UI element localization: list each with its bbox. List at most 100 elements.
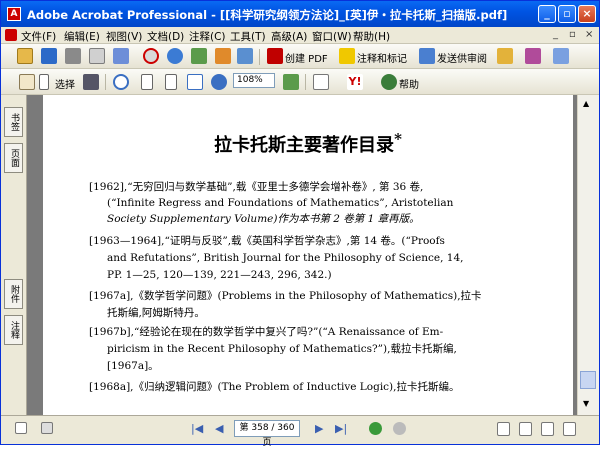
actual-size-icon[interactable] [141, 74, 153, 90]
menu-advanced[interactable]: 高级(A) [271, 29, 307, 44]
go-back-icon[interactable] [369, 422, 382, 435]
page-number-field[interactable]: 第 358 / 360 页 [234, 420, 300, 448]
create-pdf-button[interactable]: 创建 PDF [285, 50, 328, 65]
doc-restore-button[interactable]: ▫ [569, 29, 576, 40]
doc-minimize-button[interactable]: _ [553, 29, 558, 40]
previous-page-icon[interactable]: ◀ [215, 422, 223, 435]
search-icon[interactable] [167, 48, 183, 64]
separator [105, 74, 106, 90]
hand-tool-icon[interactable] [19, 74, 35, 90]
bibliography-line: PP. 1—25, 120—139, 221—243, 296, 342.) [107, 269, 332, 281]
scroll-thumb[interactable] [580, 371, 596, 389]
create-pdf-icon[interactable] [267, 48, 283, 64]
page-title: 拉卡托斯主要著作目录* [43, 130, 573, 157]
print-icon[interactable] [65, 48, 81, 64]
select-tool-icon[interactable] [39, 74, 49, 90]
fit-page-icon[interactable] [165, 74, 177, 90]
pdf-page: 拉卡托斯主要著作目录* [1962],“无穷回归与数学基础”,载《亚里士多德学会… [43, 95, 573, 415]
bibliography-line: [1968a],《归纳逻辑问题》(The Problem of Inductiv… [89, 381, 460, 393]
send-review-button[interactable]: 发送供审阅 [437, 50, 487, 65]
forms-icon[interactable] [553, 48, 569, 64]
separator [259, 49, 260, 65]
page-setup-icon[interactable] [15, 422, 27, 434]
window-title: Adobe Acrobat Professional - [[科学研究纲领方法论… [27, 8, 508, 22]
security-icon[interactable] [215, 48, 231, 64]
status-bar: |◀ ◀ 第 358 / 360 页 ▶ ▶| [1, 415, 599, 448]
zoom-select[interactable]: 108% [233, 73, 275, 88]
select-tool-button[interactable]: 选择 [55, 76, 75, 91]
toolbar-view: 选择 108% Y! 帮助 [1, 69, 599, 95]
menu-file[interactable]: 文件(F) [21, 29, 56, 44]
menu-window[interactable]: 窗口(W) [312, 29, 352, 44]
menu-tools[interactable]: 工具(T) [230, 29, 266, 44]
lock-icon[interactable] [497, 48, 513, 64]
toolbar-main: 创建 PDF 注释和标记 发送供审阅 [1, 44, 599, 69]
yahoo-icon[interactable]: Y! [347, 74, 363, 90]
tab-bookmarks[interactable]: 书签 [4, 107, 23, 137]
help-icon[interactable] [381, 74, 397, 90]
save-icon[interactable] [41, 48, 57, 64]
menu-bar: 文件(F) 编辑(E) 视图(V) 文档(D) 注释(C) 工具(T) 高级(A… [1, 27, 599, 44]
bibliography-line: and Refutations”, British Journal for th… [107, 252, 464, 264]
comment-icon[interactable] [339, 48, 355, 64]
bibliography-line: [1967a]。 [107, 360, 159, 372]
tab-attachments[interactable]: 附件 [4, 279, 23, 309]
title-footnote-mark: * [394, 130, 402, 148]
menu-document[interactable]: 文档(D) [147, 29, 184, 44]
tab-pages[interactable]: 页面 [4, 143, 23, 173]
snapshot-icon[interactable] [83, 74, 99, 90]
title-bar[interactable]: A Adobe Acrobat Professional - [[科学研究纲领方… [1, 1, 599, 27]
bibliography-line: piricism in the Recent Philosophy of Mat… [107, 343, 457, 355]
minimize-button[interactable]: _ [538, 5, 556, 23]
tab-comments[interactable]: 注释 [4, 315, 23, 345]
menu-help[interactable]: 帮助(H) [353, 29, 390, 44]
bibliography-line: Society Supplementary Volume)作为本书第 2 卷第 … [107, 213, 420, 225]
help-button[interactable]: 帮助 [399, 76, 419, 91]
doc-close-button[interactable]: × [585, 29, 593, 40]
go-forward-icon[interactable] [393, 422, 406, 435]
comment-button[interactable]: 注释和标记 [357, 50, 407, 65]
zoom-in-icon[interactable] [113, 74, 129, 90]
bibliography-line: [1962],“无穷回归与数学基础”,载《亚里士多德学会增补卷》, 第 36 卷… [89, 181, 424, 193]
organize-icon[interactable] [191, 48, 207, 64]
bibliography-line: 托斯编,阿姆斯特丹。 [107, 307, 205, 319]
email-icon[interactable] [89, 48, 105, 64]
fit-width-icon[interactable] [187, 74, 203, 90]
document-area[interactable]: 拉卡托斯主要著作目录* [1962],“无穷回归与数学基础”,载《亚里士多德学会… [27, 95, 587, 415]
menu-edit[interactable]: 编辑(E) [64, 29, 100, 44]
document-icon [5, 29, 17, 41]
last-page-icon[interactable]: ▶| [335, 422, 347, 435]
menu-view[interactable]: 视图(V) [106, 29, 142, 44]
menu-comments[interactable]: 注释(C) [189, 29, 226, 44]
acrobat-icon: A [7, 7, 21, 21]
maximize-button[interactable]: ▫ [558, 5, 576, 23]
bibliography-line: [1963—1964],“证明与反驳”,载《英国科学哲学杂志》,第 14 卷。(… [89, 235, 445, 247]
zoom-plus-icon[interactable] [283, 74, 299, 90]
navigation-pane: 书签 页面 附件 注释 [1, 95, 27, 415]
send-review-icon[interactable] [419, 48, 435, 64]
bibliography-line: [1967a],《数学哲学问题》(Problems in the Philoso… [89, 290, 482, 302]
stop-icon[interactable] [143, 48, 159, 64]
single-page-icon[interactable] [497, 422, 510, 436]
continuous-icon[interactable] [519, 422, 532, 436]
open-icon[interactable] [17, 48, 33, 64]
continuous-facing-icon[interactable] [563, 422, 576, 436]
pen-icon[interactable] [525, 48, 541, 64]
close-button[interactable]: × [578, 5, 596, 23]
sign-icon[interactable] [237, 48, 253, 64]
first-page-icon[interactable]: |◀ [191, 422, 203, 435]
next-page-icon[interactable]: ▶ [315, 422, 323, 435]
vertical-scrollbar[interactable]: ▲ ▼ [577, 95, 599, 415]
bibliography-line: [1967b],“经验论在现在的数学哲学中复兴了吗?”(“A Renaissan… [89, 326, 444, 338]
page-title-text: 拉卡托斯主要著作目录 [214, 135, 395, 156]
view-icon[interactable] [313, 74, 329, 90]
separator [305, 74, 306, 90]
bibliography-line: (“Infinite Regress and Foundations of Ma… [107, 197, 454, 209]
attach-icon[interactable] [113, 48, 129, 64]
options-icon[interactable] [41, 422, 53, 434]
zoom-out-icon[interactable] [211, 74, 227, 90]
app-window: A Adobe Acrobat Professional - [[科学研究纲领方… [0, 0, 600, 448]
scroll-down-icon[interactable]: ▼ [583, 399, 589, 408]
scroll-up-icon[interactable]: ▲ [583, 99, 589, 108]
facing-icon[interactable] [541, 422, 554, 436]
